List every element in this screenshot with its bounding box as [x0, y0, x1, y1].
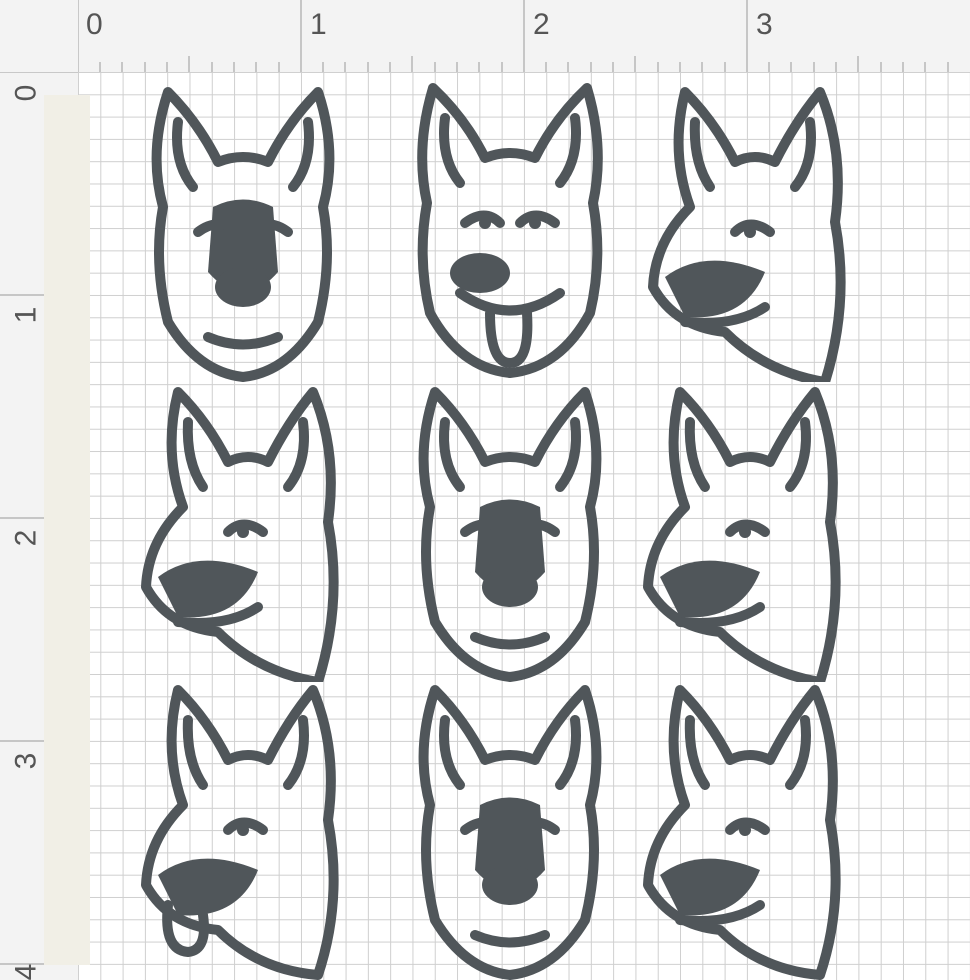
design-item-5[interactable]	[405, 382, 615, 682]
horizontal-ruler: 0 1 2 3	[0, 0, 970, 73]
design-item-4[interactable]	[138, 382, 348, 682]
ruler-top-label-0: 0	[86, 8, 103, 41]
design-item-9[interactable]	[640, 680, 850, 980]
ruler-top-label-2: 2	[533, 8, 550, 41]
ruler-top-label-1: 1	[310, 8, 327, 41]
shepherd-head-profile-icon	[643, 685, 841, 980]
ruler-left-label-1: 1	[9, 306, 43, 324]
ruler-top-label-3: 3	[756, 8, 773, 41]
design-item-1[interactable]	[138, 82, 348, 382]
design-canvas[interactable]: 0 1 2 3 0 1 2 3 4	[0, 0, 970, 980]
shepherd-head-profile-icon	[643, 387, 841, 682]
design-item-2[interactable]	[405, 78, 615, 378]
design-item-6[interactable]	[640, 382, 850, 682]
ruler-left-label-4: 4	[9, 963, 43, 980]
shepherd-head-tongue-icon	[141, 685, 339, 980]
shepherd-head-front-icon	[418, 387, 602, 682]
ruler-left-label-2: 2	[9, 529, 43, 547]
ruler-left-label-0: 0	[9, 84, 43, 102]
mat-edge-strip	[44, 95, 90, 965]
shepherd-head-front-icon	[151, 87, 335, 382]
design-item-3[interactable]	[645, 82, 855, 382]
shepherd-head-profile-icon	[141, 387, 339, 682]
design-item-7[interactable]	[138, 680, 348, 980]
shepherd-head-front-icon	[418, 685, 602, 980]
design-item-8[interactable]	[405, 680, 615, 980]
ruler-left-label-3: 3	[9, 752, 43, 770]
shepherd-head-tongue-icon	[417, 83, 603, 378]
ruler-corner	[0, 0, 79, 73]
shepherd-head-profile-icon	[648, 87, 846, 382]
